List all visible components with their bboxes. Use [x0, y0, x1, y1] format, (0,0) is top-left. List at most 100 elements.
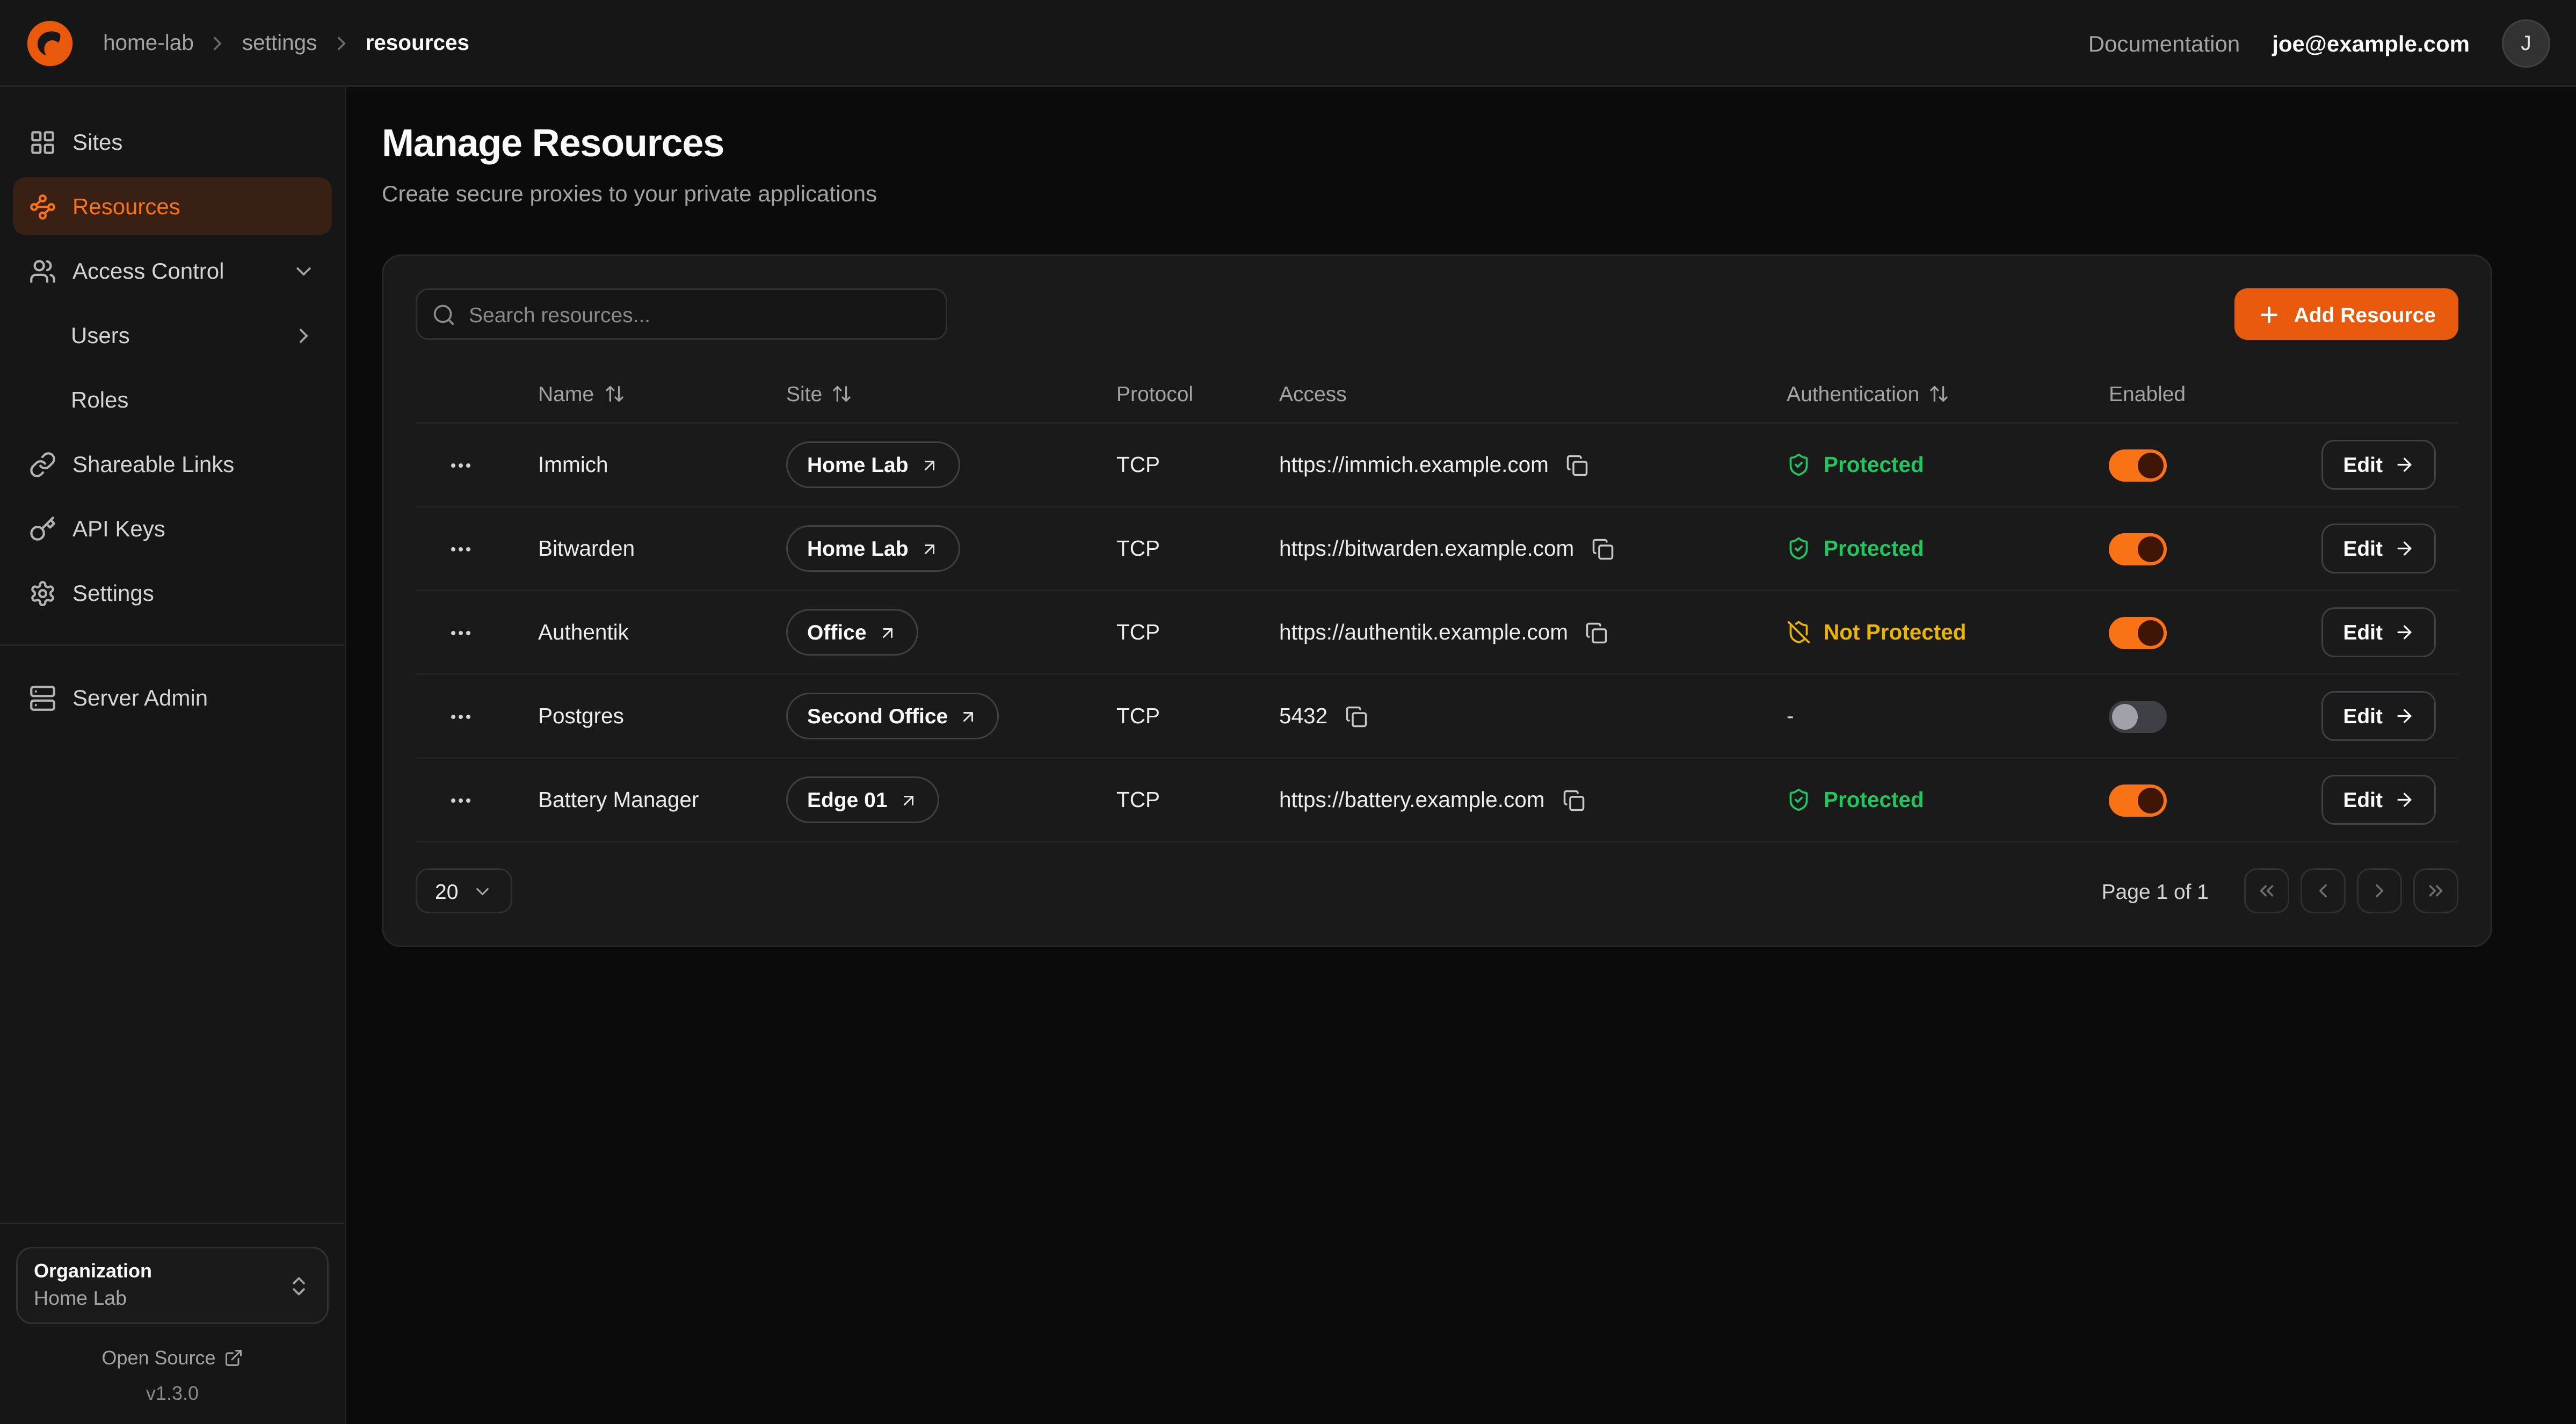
- sidebar-item-label: Roles: [71, 387, 128, 412]
- chevron-left-icon: [2312, 880, 2334, 902]
- server-icon: [29, 684, 56, 711]
- copy-icon[interactable]: [1583, 618, 1612, 647]
- next-page-button[interactable]: [2357, 868, 2402, 913]
- sidebar-item-sites[interactable]: Sites: [13, 113, 332, 171]
- arrow-right-icon: [2394, 789, 2415, 810]
- copy-icon[interactable]: [1559, 786, 1588, 815]
- shield-off-icon: [1787, 620, 1811, 644]
- auth-status-label: Protected: [1824, 536, 1924, 561]
- site-link[interactable]: Home Lab: [786, 525, 960, 572]
- breadcrumb-org[interactable]: home-lab: [103, 31, 194, 55]
- shield-check-icon: [1787, 788, 1811, 812]
- app-root: home-lab settings resources Documentatio…: [0, 0, 2576, 1424]
- page-title: Manage Resources: [382, 122, 2492, 168]
- auth-status: Not Protected: [1754, 620, 2077, 644]
- enabled-toggle[interactable]: [2109, 449, 2167, 481]
- row-menu-button[interactable]: [441, 697, 480, 736]
- external-link-icon: [224, 1348, 243, 1368]
- column-header-enabled: Enabled: [2077, 382, 2302, 406]
- edit-button[interactable]: Edit: [2322, 775, 2436, 825]
- row-menu-button[interactable]: [441, 613, 480, 652]
- card-footer: 20 Page 1 of 1: [416, 868, 2458, 913]
- row-menu-button[interactable]: [441, 529, 480, 568]
- avatar[interactable]: J: [2502, 19, 2550, 67]
- chevron-down-icon: [292, 259, 316, 283]
- auth-status-label: Protected: [1824, 788, 1924, 812]
- sidebar: Sites Resources Access Control Users Rol…: [0, 87, 346, 1424]
- table-row: Postgres Second Office TCP 5432 - Edit: [416, 675, 2458, 759]
- table-header: Name Site Protocol Access Authentication: [416, 366, 2458, 424]
- plus-icon: [2257, 302, 2281, 326]
- sidebar-bottom: Organization Home Lab Open Source v1.3.0: [0, 1223, 345, 1424]
- chevron-down-icon: [473, 881, 494, 902]
- ellipsis-icon: [448, 620, 474, 645]
- organization-label: Organization: [34, 1260, 274, 1285]
- sidebar-item-api-keys[interactable]: API Keys: [13, 499, 332, 557]
- auth-status: -: [1754, 704, 2077, 728]
- breadcrumb-settings[interactable]: settings: [242, 31, 317, 55]
- previous-page-button[interactable]: [2301, 868, 2346, 913]
- documentation-link[interactable]: Documentation: [2088, 30, 2240, 56]
- site-link[interactable]: Edge 01: [786, 776, 939, 823]
- key-icon: [29, 515, 56, 542]
- enabled-toggle[interactable]: [2109, 784, 2167, 816]
- copy-icon[interactable]: [1563, 451, 1592, 479]
- sidebar-item-users[interactable]: Users: [13, 306, 332, 364]
- user-email[interactable]: joe@example.com: [2272, 30, 2470, 56]
- arrow-up-right-icon: [959, 707, 978, 726]
- access-url: https://authentik.example.com: [1279, 620, 1568, 644]
- sidebar-item-label: Shareable Links: [72, 451, 234, 477]
- search-icon: [432, 302, 456, 326]
- breadcrumb-resources[interactable]: resources: [365, 31, 469, 55]
- sidebar-divider: [0, 644, 345, 646]
- edit-button[interactable]: Edit: [2322, 607, 2436, 657]
- organization-selector[interactable]: Organization Home Lab: [16, 1247, 329, 1324]
- site-link[interactable]: Second Office: [786, 693, 999, 739]
- chevrons-up-down-icon: [287, 1274, 311, 1298]
- open-source-link[interactable]: Open Source: [16, 1347, 329, 1369]
- site-link[interactable]: Home Lab: [786, 441, 960, 488]
- search-input[interactable]: [416, 288, 947, 340]
- resource-protocol: TCP: [1084, 536, 1247, 561]
- sidebar-item-settings[interactable]: Settings: [13, 564, 332, 622]
- enabled-toggle[interactable]: [2109, 616, 2167, 649]
- access-url: 5432: [1279, 704, 1327, 728]
- sidebar-item-roles[interactable]: Roles: [13, 370, 332, 428]
- resource-name: Authentik: [506, 620, 754, 644]
- sidebar-item-label: API Keys: [72, 515, 165, 541]
- column-header-authentication[interactable]: Authentication: [1754, 382, 2077, 406]
- page-size-select[interactable]: 20: [416, 868, 513, 913]
- ellipsis-icon: [448, 787, 474, 813]
- table-body: Immich Home Lab TCP https://immich.examp…: [416, 424, 2458, 842]
- breadcrumb: home-lab settings resources: [103, 31, 469, 55]
- shield-check-icon: [1787, 536, 1811, 561]
- sidebar-item-resources[interactable]: Resources: [13, 177, 332, 235]
- chevrons-left-icon: [2255, 880, 2278, 902]
- copy-icon[interactable]: [1342, 702, 1371, 731]
- site-link[interactable]: Office: [786, 609, 918, 656]
- column-header-site[interactable]: Site: [754, 382, 1084, 406]
- row-menu-button[interactable]: [441, 781, 480, 819]
- auth-status-label: Protected: [1824, 453, 1924, 477]
- add-resource-button[interactable]: Add Resource: [2234, 288, 2458, 340]
- enabled-toggle[interactable]: [2109, 533, 2167, 565]
- sidebar-item-label: Users: [71, 322, 130, 348]
- column-header-name[interactable]: Name: [506, 382, 754, 406]
- chevron-right-icon: [330, 32, 352, 54]
- sidebar-item-server-admin[interactable]: Server Admin: [13, 669, 332, 726]
- app-logo-icon[interactable]: [26, 19, 74, 67]
- resources-card: Add Resource Name Site P: [382, 255, 2492, 947]
- edit-button[interactable]: Edit: [2322, 691, 2436, 741]
- sidebar-item-shareable-links[interactable]: Shareable Links: [13, 435, 332, 493]
- chevron-right-icon: [292, 323, 316, 347]
- enabled-toggle[interactable]: [2109, 700, 2167, 732]
- copy-icon[interactable]: [1588, 534, 1617, 563]
- edit-button[interactable]: Edit: [2322, 440, 2436, 490]
- access-url: https://immich.example.com: [1279, 453, 1549, 477]
- first-page-button[interactable]: [2244, 868, 2289, 913]
- link-icon: [29, 451, 56, 478]
- last-page-button[interactable]: [2413, 868, 2458, 913]
- edit-button[interactable]: Edit: [2322, 524, 2436, 573]
- row-menu-button[interactable]: [441, 446, 480, 484]
- sidebar-item-access-control[interactable]: Access Control: [13, 242, 332, 300]
